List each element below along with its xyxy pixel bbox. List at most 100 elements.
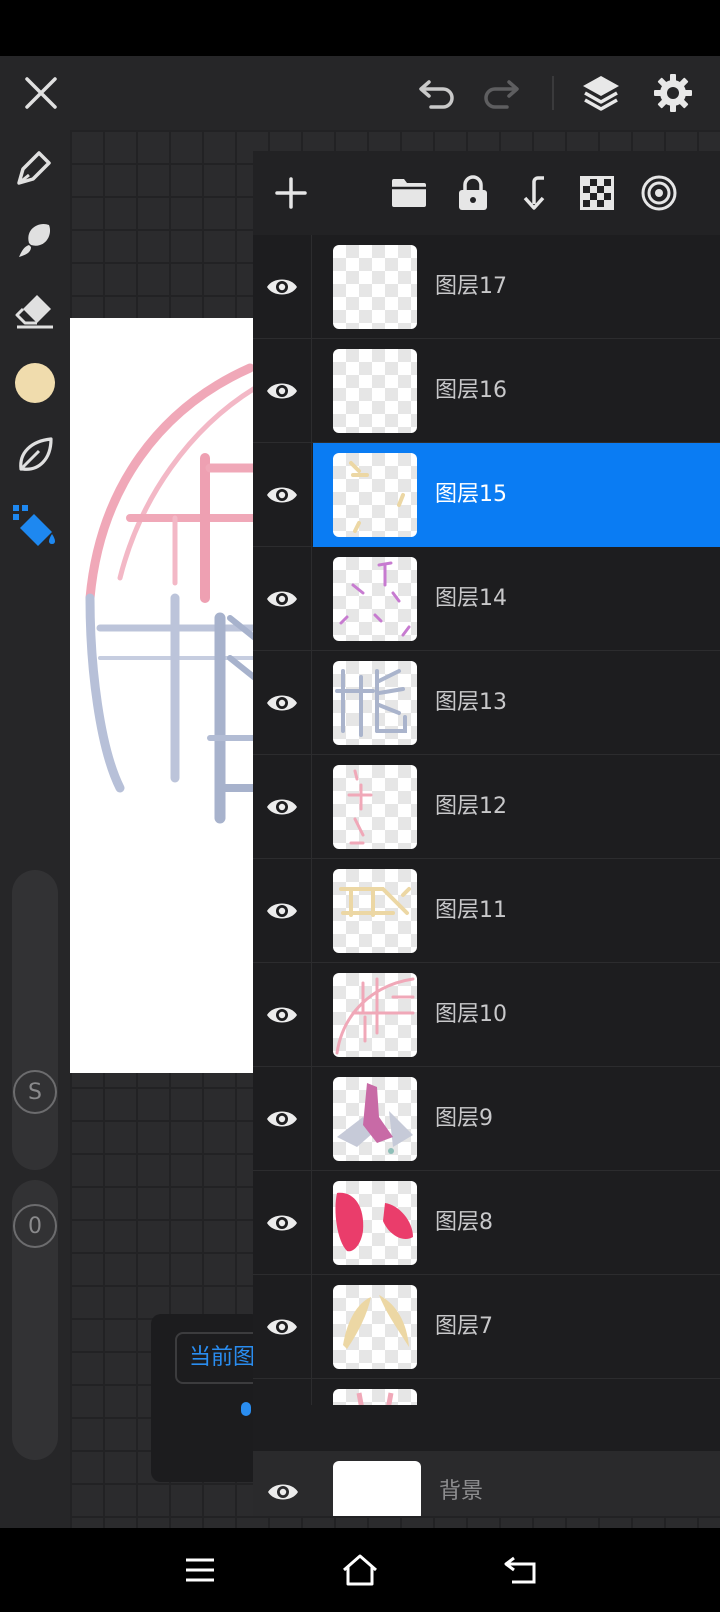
toolbar-divider [552,76,554,110]
merge-down-icon [523,176,545,210]
close-button[interactable] [14,66,68,120]
fill-tool-button[interactable] [8,500,62,554]
eye-icon [267,1484,298,1500]
visibility-toggle[interactable] [253,1275,312,1379]
layers-panel-toolbar [253,151,720,235]
layer-thumbnail [333,1077,417,1161]
visibility-toggle[interactable] [253,1451,312,1516]
home-button[interactable] [332,1542,388,1598]
color-picker-button[interactable] [8,356,62,410]
layers-panel: 图层17 图层16 图层15 图层14 图层13 图层12 图层11 图层10 … [253,151,720,1516]
eye-icon [267,1215,297,1231]
pen-tool-button[interactable] [8,140,62,194]
layer-thumbnail [333,869,417,953]
layer-thumbnail [333,557,417,641]
background-layer-row[interactable]: 背景 [253,1451,720,1516]
layer-row[interactable]: 图层10 [253,963,720,1067]
layer-row[interactable]: 图层12 [253,755,720,859]
drawing-app: S 0 当前图 图层17 图层16 图层15 图层14 图层13 图层12 图层… [0,56,720,1528]
close-icon [25,77,57,109]
brush-size-knob[interactable]: S [13,1070,57,1114]
back-button[interactable] [492,1542,548,1598]
visibility-toggle[interactable] [253,651,312,755]
visibility-toggle[interactable] [253,235,312,339]
settings-button[interactable] [646,66,700,120]
visibility-toggle[interactable] [253,1379,312,1405]
layer-row-selected[interactable]: 图层15 [253,443,720,547]
layer-name: 图层14 [435,586,507,611]
home-icon [343,1554,377,1586]
layer-thumbnail [333,349,417,433]
visibility-toggle[interactable] [253,547,312,651]
layer-row[interactable]: 图层8 [253,1171,720,1275]
layer-thumbnail [333,661,417,745]
target-icon [641,175,677,211]
visibility-toggle[interactable] [253,1171,312,1275]
eraser-tool-button[interactable] [8,284,62,338]
layer-row[interactable]: 图层14 [253,547,720,651]
opacity-label: 0 [28,1213,42,1239]
layer-thumbnail [333,1389,417,1405]
undo-button[interactable] [410,66,464,120]
layer-thumbnail [333,765,417,849]
lock-layer-button[interactable] [447,167,499,219]
add-folder-button[interactable] [383,167,435,219]
eye-icon [267,695,297,711]
status-bar [0,0,720,56]
layer-row[interactable]: 图层16 [253,339,720,443]
redo-button[interactable] [474,66,528,120]
undo-icon [419,80,454,109]
layer-name: 图层10 [435,1002,507,1027]
eye-icon [267,1319,297,1335]
layer-row[interactable]: 图层17 [253,235,720,339]
transparency-button[interactable] [571,167,623,219]
drawing-canvas[interactable] [70,318,255,1073]
visibility-toggle[interactable] [253,755,312,859]
visibility-toggle[interactable] [253,859,312,963]
back-icon [504,1556,536,1584]
eraser-icon [15,295,53,329]
visibility-toggle[interactable] [253,1067,312,1171]
layer-name: 图层8 [435,1210,493,1235]
eye-icon [267,1111,297,1127]
leaf-icon [19,437,53,471]
layer-options-button[interactable] [633,167,685,219]
layer-thumbnail [333,973,417,1057]
background-thumbnail [333,1461,421,1516]
layers-button[interactable] [574,66,628,120]
visibility-toggle[interactable] [253,443,312,547]
layer-name: 图层12 [435,794,507,819]
pen-icon [17,151,51,185]
layer-name: 图层13 [435,690,507,715]
visibility-toggle[interactable] [253,963,312,1067]
brush-size-label: S [28,1079,42,1105]
opacity-knob[interactable]: 0 [13,1204,57,1248]
smudge-tool-button[interactable] [8,428,62,482]
layer-name: 图层17 [435,274,507,299]
paint-bucket-icon [13,505,55,546]
layers-icon [583,76,619,111]
eye-icon [267,487,297,503]
brush-tool-button[interactable] [8,212,62,266]
add-layer-button[interactable] [265,167,317,219]
folder-icon [392,179,426,207]
layer-row[interactable]: 图层9 [253,1067,720,1171]
menu-icon [186,1558,214,1582]
redo-icon [484,80,519,109]
popup-toggle-indicator [241,1402,251,1416]
brush-size-slider[interactable] [12,870,58,1170]
eye-icon [267,591,297,607]
merge-down-button[interactable] [509,167,561,219]
menu-button[interactable] [172,1542,228,1598]
layer-row[interactable]: 图层7 [253,1275,720,1379]
lock-icon [459,175,487,210]
visibility-toggle[interactable] [253,339,312,443]
layer-row[interactable]: 图层13 [253,651,720,755]
layer-row-partial[interactable] [253,1379,720,1405]
layer-name: 图层16 [435,378,507,403]
left-toolbar: S 0 [0,130,70,1528]
layer-list[interactable]: 图层17 图层16 图层15 图层14 图层13 图层12 图层11 图层10 … [253,235,720,1405]
layer-row[interactable]: 图层11 [253,859,720,963]
eye-icon [267,903,297,919]
checkerboard-icon [580,176,614,210]
